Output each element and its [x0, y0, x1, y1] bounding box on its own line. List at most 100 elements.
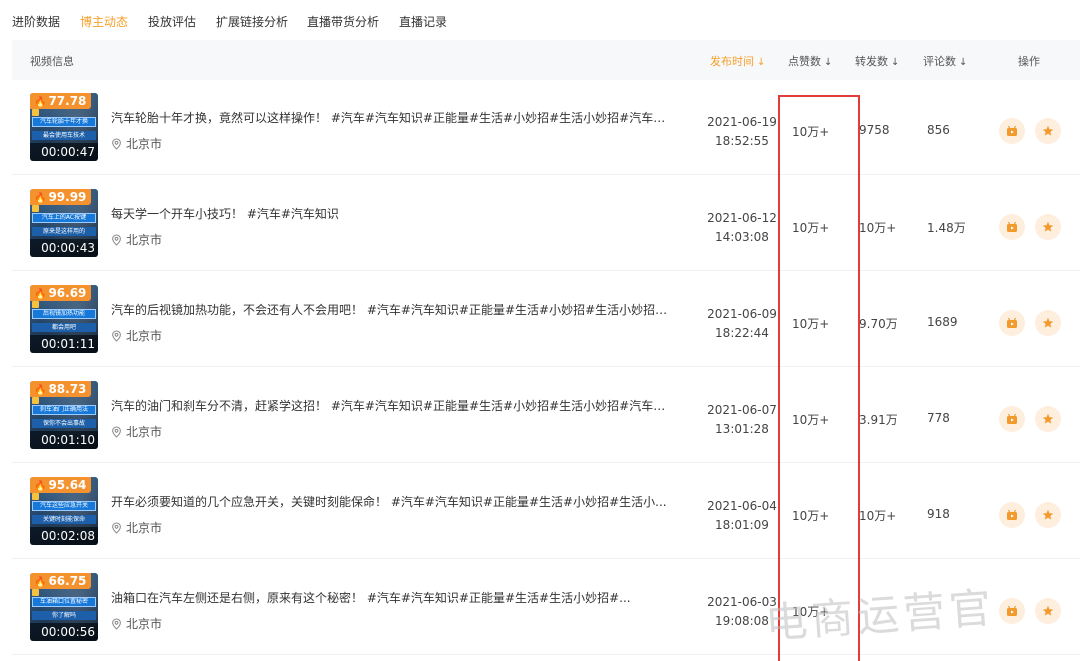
likes-count: 10万+ [792, 317, 830, 331]
favorite-button[interactable] [1035, 118, 1061, 144]
comments-count: 1.48万 [927, 221, 966, 235]
thumbnail-tag [32, 301, 39, 308]
video-title[interactable]: 汽车轮胎十年才换，竟然可以这样操作！ #汽车#汽车知识#正能量#生活#小妙招#生… [111, 109, 671, 126]
shares-count: 9.70万 [859, 317, 898, 331]
video-action-button[interactable] [999, 406, 1025, 432]
video-title[interactable]: 开车必须要知道的几个应急开关，关键时刻能保命！ #汽车#汽车知识#正能量#生活#… [111, 493, 671, 510]
favorite-button[interactable] [1035, 214, 1061, 240]
thumbnail-subcaption: 最会使用车技术 [32, 131, 96, 140]
tab-advanced-data[interactable]: 进阶数据 [12, 13, 60, 30]
table-row[interactable]: 刹车油门正确用法 保你不会出事故 🔥 88.73 00:01:10 汽车的油门和刹… [12, 367, 1080, 463]
header-publish-time[interactable]: 发布时间 ↓ [710, 53, 765, 69]
publish-time: 19:08:08 [715, 614, 769, 628]
publish-date: 2021-06-04 [707, 499, 777, 513]
publish-datetime: 2021-06-09 18:22:44 [700, 305, 784, 343]
video-action-button[interactable] [999, 598, 1025, 624]
publish-date: 2021-06-03 [707, 595, 777, 609]
publish-time: 18:22:44 [715, 326, 769, 340]
location-pin-icon [112, 522, 121, 534]
header-shares[interactable]: 转发数 ↓ [855, 53, 899, 69]
tab-live-sales-analysis[interactable]: 直播带货分析 [307, 13, 379, 30]
tab-live-records[interactable]: 直播记录 [399, 13, 447, 30]
video-action-button[interactable] [999, 214, 1025, 240]
tab-extended-link-analysis[interactable]: 扩展链接分析 [216, 13, 288, 30]
video-location: 北京市 [111, 231, 162, 248]
comments-count: 778 [927, 411, 950, 425]
table-row[interactable]: 车油箱口位置秘密 你了解吗 🔥 66.75 00:00:56 油箱口在汽车左侧还是… [12, 559, 1080, 655]
publish-datetime: 2021-06-12 14:03:08 [700, 209, 784, 247]
publish-time: 18:52:55 [715, 134, 769, 148]
publish-time: 13:01:28 [715, 422, 769, 436]
location-pin-icon [112, 234, 121, 246]
arrow-down-icon: ↓ [891, 57, 900, 68]
star-icon [1042, 317, 1054, 328]
video-icon [1007, 221, 1017, 232]
flame-icon: 🔥 [34, 193, 47, 204]
thumbnail-tag [32, 397, 39, 404]
video-action-button[interactable] [999, 118, 1025, 144]
video-location: 北京市 [111, 615, 162, 632]
thumbnail-subcaption: 原来是这样用的 [32, 227, 96, 236]
thumbnail-tag [32, 205, 39, 212]
comments-count: 918 [927, 507, 950, 521]
score-badge: 🔥 95.64 [30, 477, 92, 493]
publish-datetime: 2021-06-19 18:52:55 [700, 113, 784, 151]
video-icon [1007, 125, 1017, 136]
header-comments[interactable]: 评论数 ↓ [923, 53, 967, 69]
publish-datetime: 2021-06-07 13:01:28 [700, 401, 784, 439]
star-icon [1042, 605, 1054, 616]
video-title[interactable]: 每天学一个开车小技巧！ #汽车#汽车知识 [111, 205, 671, 222]
table-row[interactable]: 汽车上的AC按键 原来是这样用的 🔥 99.99 00:00:43 每天学一个开车… [12, 175, 1080, 271]
publish-date: 2021-06-12 [707, 211, 777, 225]
favorite-button[interactable] [1035, 310, 1061, 336]
thumbnail-subcaption: 保你不会出事故 [32, 419, 96, 428]
likes-count: 10万+ [792, 605, 830, 619]
thumbnail-subcaption: 你了解吗 [32, 611, 96, 620]
publish-datetime: 2021-06-03 19:08:08 [700, 593, 784, 631]
flame-icon: 🔥 [34, 481, 47, 492]
thumbnail-caption: 汽车轮胎十年才换 [32, 117, 96, 127]
video-icon [1007, 605, 1017, 616]
shares-count: 9758 [859, 123, 890, 137]
table-row[interactable]: 汽车这些应急开关 关键时刻能保命 🔥 95.64 00:02:08 开车必须要知道… [12, 463, 1080, 559]
favorite-button[interactable] [1035, 598, 1061, 624]
video-title[interactable]: 油箱口在汽车左侧还是右侧，原来有这个秘密！ #汽车#汽车知识#正能量#生活#生活… [111, 589, 671, 606]
tab-bar: 进阶数据 博主动态 投放评估 扩展链接分析 直播带货分析 直播记录 [0, 0, 1080, 40]
video-title[interactable]: 汽车的后视镜加热功能，不会还有人不会用吧！ #汽车#汽车知识#正能量#生活#小妙… [111, 301, 671, 318]
favorite-button[interactable] [1035, 406, 1061, 432]
location-pin-icon [112, 138, 121, 150]
video-action-button[interactable] [999, 310, 1025, 336]
thumbnail-caption: 汽车这些应急开关 [32, 501, 96, 511]
header-likes[interactable]: 点赞数 ↓ [788, 53, 832, 69]
shares-count: 10万+ [859, 509, 897, 523]
star-icon [1042, 509, 1054, 520]
video-title[interactable]: 汽车的油门和刹车分不清，赶紧学这招！ #汽车#汽车知识#正能量#生活#小妙招#生… [111, 397, 671, 414]
video-location: 北京市 [111, 327, 162, 344]
thumbnail-subcaption: 关键时刻能保命 [32, 515, 96, 524]
publish-datetime: 2021-06-04 18:01:09 [700, 497, 784, 535]
video-duration: 00:02:08 [30, 527, 98, 545]
location-pin-icon [112, 426, 121, 438]
likes-count: 10万+ [792, 413, 830, 427]
favorite-button[interactable] [1035, 502, 1061, 528]
arrow-down-icon: ↓ [824, 57, 833, 68]
video-duration: 00:01:11 [30, 335, 98, 353]
tab-placement-evaluation[interactable]: 投放评估 [148, 13, 196, 30]
publish-time: 14:03:08 [715, 230, 769, 244]
video-action-button[interactable] [999, 502, 1025, 528]
table-row[interactable]: 后视镜加热功能 都会用吧 🔥 96.69 00:01:11 汽车的后视镜加热功能，… [12, 271, 1080, 367]
likes-count: 10万+ [792, 509, 830, 523]
score-badge: 🔥 96.69 [30, 285, 92, 301]
flame-icon: 🔥 [34, 577, 47, 588]
header-video-info: 视频信息 [30, 55, 74, 68]
thumbnail-caption: 刹车油门正确用法 [32, 405, 96, 415]
publish-date: 2021-06-19 [707, 115, 777, 129]
star-icon [1042, 221, 1054, 232]
flame-icon: 🔥 [34, 97, 47, 108]
location-pin-icon [112, 330, 121, 342]
video-duration: 00:00:47 [30, 143, 98, 161]
comments-count: 856 [927, 123, 950, 137]
table-row[interactable]: 汽车轮胎十年才换 最会使用车技术 🔥 77.78 00:00:47 汽车轮胎十年才… [12, 79, 1080, 175]
tab-blogger-updates[interactable]: 博主动态 [80, 13, 128, 30]
video-location: 北京市 [111, 135, 162, 152]
